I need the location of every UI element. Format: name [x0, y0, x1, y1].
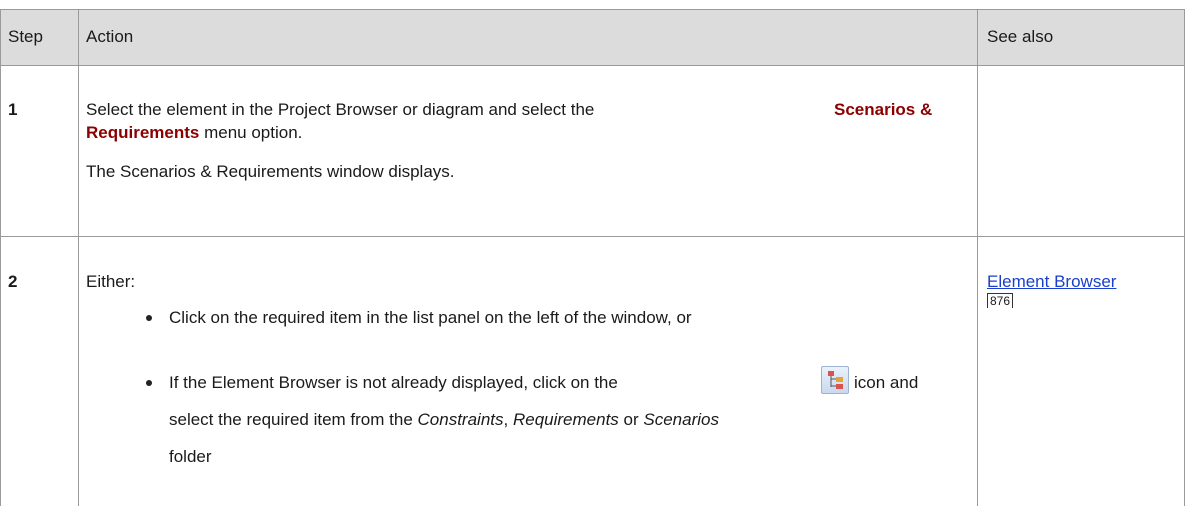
bullet-2: [146, 380, 152, 386]
steps-table: Step Action See also 1 Select the elemen…: [0, 0, 1185, 506]
folder-constraints: Constraints: [417, 410, 504, 429]
row1-menu-option-part1: Scenarios &: [834, 100, 933, 119]
header-action: Action: [86, 27, 134, 46]
table-divider-step: [78, 9, 79, 506]
element-browser-icon: [821, 366, 849, 394]
row1-line1: Select the element in the Project Browse…: [86, 99, 594, 121]
folder-requirements: Requirements: [512, 410, 619, 429]
row1-step: 1: [8, 100, 18, 119]
row1-line2: Requirements menu option.: [86, 122, 302, 144]
row2-bullet1: Click on the required item in the list p…: [169, 308, 692, 327]
header-step: Step: [8, 27, 43, 46]
bullet-1: [146, 315, 152, 321]
table-border-top: [0, 9, 1185, 10]
folder-scenarios: Scenarios: [643, 410, 719, 429]
table-divider-seealso: [977, 9, 978, 506]
row2-bullet2-line3: folder: [169, 447, 212, 466]
header-see-also: See also: [987, 27, 1054, 46]
row1-line3: The Scenarios & Requirements window disp…: [86, 162, 455, 181]
table-border-row1: [0, 236, 1185, 237]
row2-bullet2-text: If the Element Browser is not already di…: [169, 373, 618, 392]
row2-bullet2-suffix: icon and: [854, 373, 919, 392]
row2-step: 2: [8, 272, 18, 291]
element-browser-link[interactable]: Element Browser: [987, 271, 1116, 293]
row2-bullet2-line2: select the required item from the Constr…: [169, 410, 719, 429]
row1-line1-text: Select the element in the Project Browse…: [86, 100, 595, 119]
table-border-left: [0, 9, 1, 506]
row1-line2-text: menu option.: [204, 123, 303, 142]
page-reference[interactable]: 876: [987, 293, 1014, 308]
table-border-header: [0, 65, 1185, 66]
row2-intro: Either:: [86, 272, 136, 291]
row1-menu-option-part2: Requirements: [86, 123, 200, 142]
row2-bullet2-line1: If the Element Browser is not already di…: [169, 372, 618, 394]
